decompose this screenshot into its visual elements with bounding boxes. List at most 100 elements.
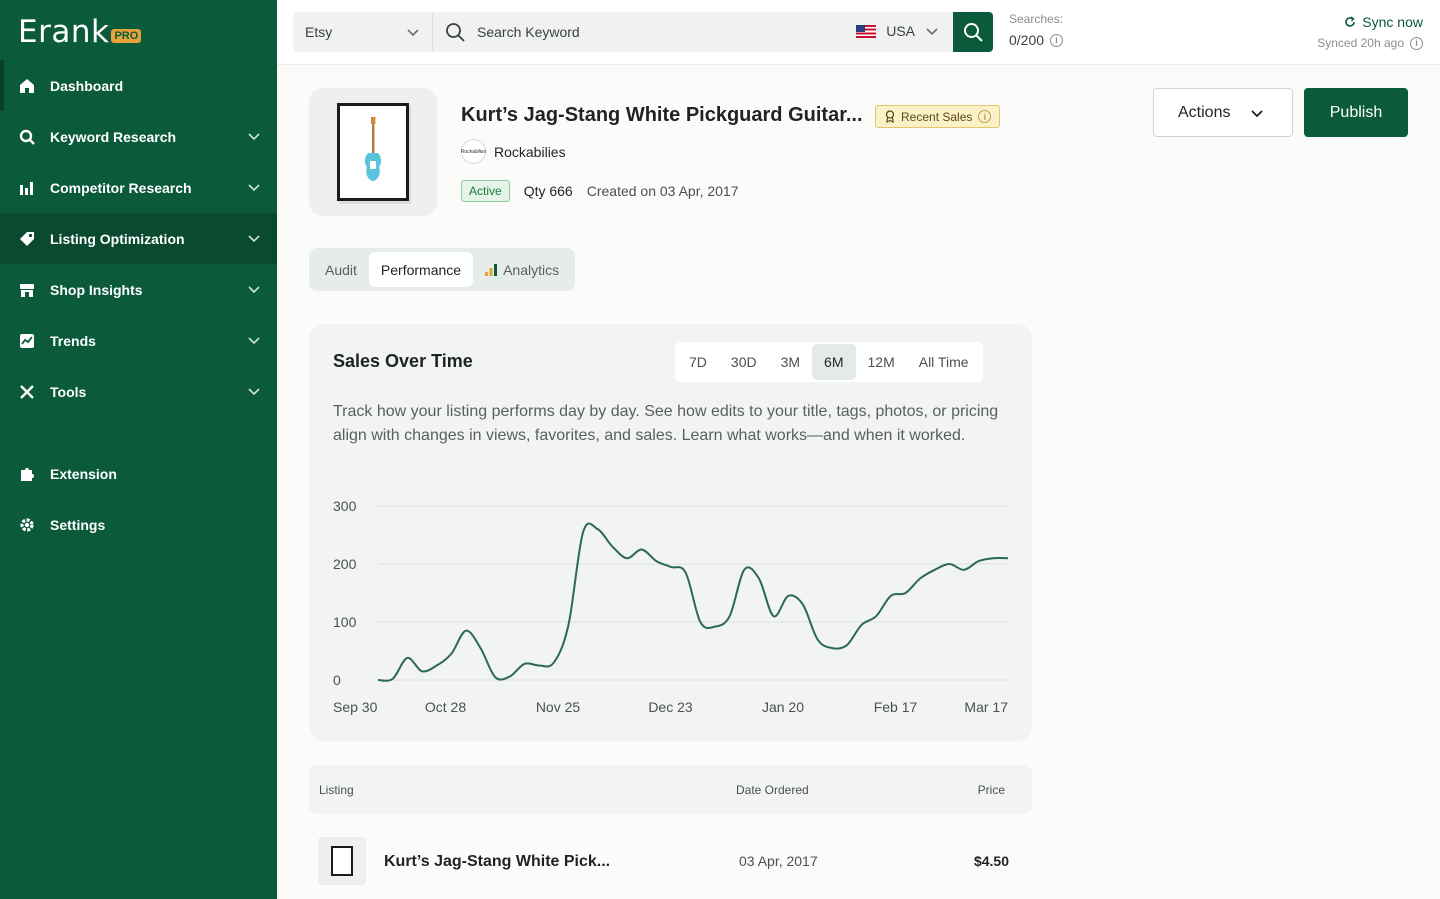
sidebar-item-dashboard[interactable]: Dashboard: [0, 60, 277, 111]
sidebar-nav: Dashboard Keyword Research Competitor Re…: [0, 60, 277, 550]
range-6m[interactable]: 6M: [812, 344, 856, 380]
sidebar-item-keyword-research[interactable]: Keyword Research: [0, 111, 277, 162]
sidebar-item-label: Extension: [50, 465, 117, 482]
sidebar-item-extension[interactable]: Extension: [0, 448, 277, 499]
refresh-icon: [1345, 16, 1356, 27]
guitar-icon: [364, 117, 382, 181]
country-select[interactable]: USA: [856, 23, 939, 39]
sidebar-item-label: Dashboard: [50, 77, 124, 94]
us-flag-icon: [856, 24, 877, 38]
searches-label: Searches:: [1009, 12, 1064, 26]
trend-chart-icon: [18, 332, 36, 350]
search-icon: [964, 23, 983, 42]
actions-dropdown[interactable]: Actions: [1153, 88, 1293, 137]
logo-text: Erank: [18, 14, 110, 50]
sidebar-item-label: Shop Insights: [50, 281, 143, 298]
sidebar-item-competitor-research[interactable]: Competitor Research: [0, 162, 277, 213]
sidebar-item-label: Settings: [50, 516, 106, 533]
pro-badge: PRO: [111, 29, 142, 43]
listing-title: Kurt’s Jag-Stang White Pickguard Guitar.…: [461, 104, 863, 126]
info-icon[interactable]: i: [1050, 33, 1064, 47]
card-title: Sales Over Time: [333, 351, 473, 371]
tab-analytics[interactable]: Analytics: [473, 252, 571, 287]
info-icon: i: [978, 110, 992, 123]
top-bar: Etsy USA Searches: 0/200 i Sync now Sync…: [277, 0, 1440, 65]
shop-name: Rockabilies: [494, 143, 566, 160]
time-range-selector: 7D 30D 3M 6M 12M All Time: [675, 342, 983, 382]
col-listing: Listing: [319, 783, 354, 797]
sidebar-item-tools[interactable]: Tools: [0, 366, 277, 417]
table-row[interactable]: Kurt’s Jag-Stang White Pick... 03 Apr, 2…: [309, 830, 1032, 892]
sidebar-item-label: Listing Optimization: [50, 230, 185, 247]
sidebar-item-label: Tools: [50, 383, 87, 400]
col-date-ordered: Date Ordered: [736, 783, 809, 797]
searches-count: 0/200 i: [1009, 32, 1064, 48]
tab-audit[interactable]: Audit: [313, 252, 369, 287]
info-icon[interactable]: i: [1410, 36, 1423, 50]
recent-sales-label: Recent Sales: [901, 109, 973, 124]
chevron-down-icon: [1251, 110, 1263, 118]
home-icon: [18, 77, 36, 95]
search-input[interactable]: [477, 24, 837, 40]
y-tick-label: 0: [333, 672, 341, 688]
x-tick-label: Dec 23: [648, 699, 693, 715]
listing-meta: Active Qty 666 Created on 03 Apr, 2017: [461, 180, 739, 202]
range-7d[interactable]: 7D: [677, 344, 719, 380]
range-12m[interactable]: 12M: [856, 344, 907, 380]
country-value: USA: [886, 23, 915, 39]
row-listing-title: Kurt’s Jag-Stang White Pick...: [384, 853, 611, 870]
sidebar-item-listing-optimization[interactable]: Listing Optimization: [0, 213, 277, 264]
chevron-down-icon: [926, 28, 938, 36]
range-all-time[interactable]: All Time: [907, 344, 981, 380]
row-date: 03 Apr, 2017: [739, 853, 818, 869]
status-badge: Active: [461, 180, 510, 202]
recent-sales-badge[interactable]: Recent Sales i: [875, 105, 1001, 128]
gear-icon: [18, 516, 36, 534]
row-thumbnail: [318, 837, 366, 885]
tab-performance[interactable]: Performance: [368, 252, 474, 287]
sidebar-item-settings[interactable]: Settings: [0, 499, 277, 550]
synced-time: Synced 20h ago i: [1317, 36, 1423, 50]
chevron-down-icon: [248, 235, 260, 243]
marketplace-value: Etsy: [305, 24, 333, 40]
shop-avatar: Rockabilies: [461, 139, 486, 164]
created-date: Created on 03 Apr, 2017: [586, 183, 739, 199]
chevron-down-icon: [248, 286, 260, 294]
sales-line-chart: 0 100 200 300 Sep 30 Oct 28 Nov 25 Dec 23 Jan 20…: [333, 498, 1009, 715]
quantity: Qty 666: [523, 183, 573, 199]
listing-image: [337, 103, 409, 201]
y-tick-label: 100: [333, 614, 357, 630]
x-tick-label: Mar 17: [964, 699, 1008, 715]
publish-button[interactable]: Publish: [1304, 88, 1408, 137]
puzzle-icon: [18, 465, 36, 483]
chevron-down-icon: [248, 337, 260, 345]
sales-over-time-card: Sales Over Time 7D 30D 3M 6M 12M All Tim…: [309, 324, 1032, 741]
ribbon-icon: [885, 110, 895, 123]
marketplace-select[interactable]: Etsy: [293, 12, 433, 52]
search-bar: USA: [433, 12, 953, 52]
range-3m[interactable]: 3M: [769, 344, 812, 380]
sales-series-line: [377, 522, 1009, 682]
tag-icon: [18, 230, 36, 248]
sidebar-item-trends[interactable]: Trends: [0, 315, 277, 366]
tab-analytics-label: Analytics: [503, 261, 560, 278]
searches-count-value: 0/200: [1009, 32, 1045, 48]
y-tick-label: 300: [333, 498, 357, 514]
bar-chart-icon: [18, 179, 36, 197]
range-30d[interactable]: 30D: [719, 344, 769, 380]
search-button[interactable]: [953, 12, 993, 52]
sidebar-item-shop-insights[interactable]: Shop Insights: [0, 264, 277, 315]
search-icon: [446, 23, 465, 42]
shop-link[interactable]: Rockabilies Rockabilies: [461, 139, 566, 164]
x-tick-label: Oct 28: [425, 699, 466, 715]
erank-logo[interactable]: Erank PRO: [18, 14, 142, 50]
sales-table-header: Listing Date Ordered Price: [309, 765, 1032, 814]
sidebar-item-label: Competitor Research: [50, 179, 192, 196]
sidebar: Erank PRO Dashboard Keyword Research Com…: [0, 0, 277, 899]
analytics-icon: [485, 263, 498, 276]
sync-now-button[interactable]: Sync now: [1317, 14, 1423, 30]
row-price: $4.50: [973, 853, 1009, 869]
sidebar-item-label: Trends: [50, 332, 96, 349]
card-description: Track how your listing performs day by d…: [333, 403, 999, 444]
